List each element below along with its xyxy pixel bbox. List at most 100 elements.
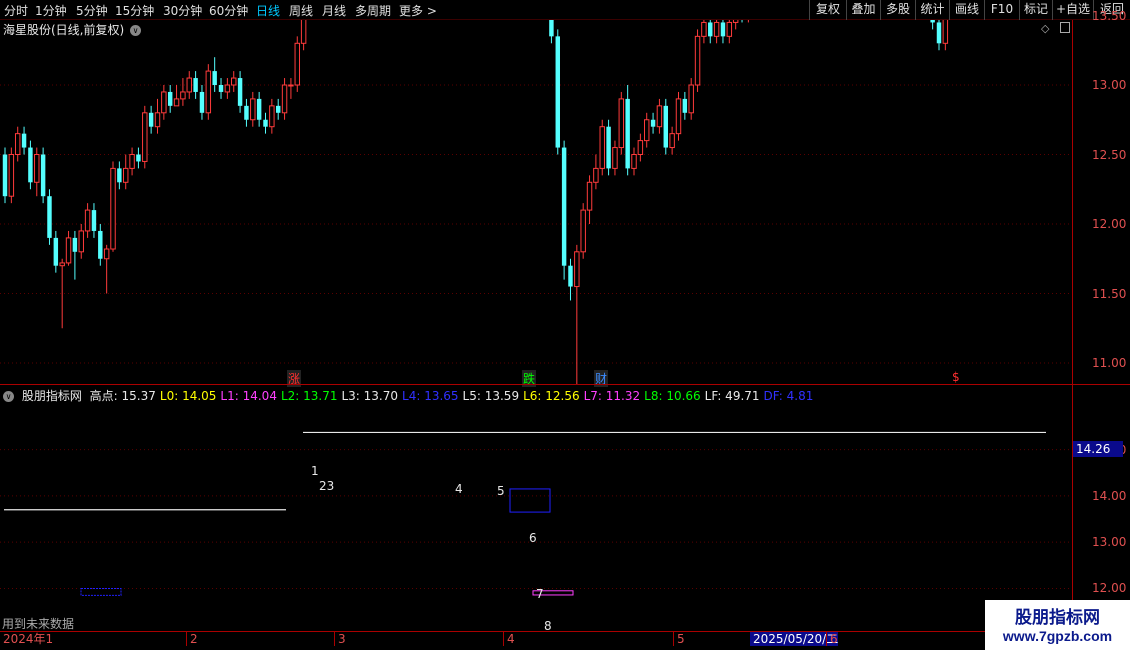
- candle-body: [631, 154, 637, 169]
- period-15min[interactable]: 15分钟: [115, 2, 154, 19]
- candle-body: [688, 84, 694, 114]
- candle-body: [142, 112, 148, 162]
- price-axis-tick: 13.00: [1092, 78, 1127, 92]
- candle-body: [682, 98, 688, 113]
- candle-body: [555, 36, 560, 148]
- period-multi[interactable]: 多周期: [355, 2, 391, 19]
- candle-body: [136, 154, 141, 162]
- candle-body: [122, 167, 129, 183]
- wave-label: 5: [497, 484, 505, 498]
- candle-body: [237, 78, 243, 106]
- l4-zone-box: [509, 488, 551, 513]
- candle-body: [936, 22, 942, 44]
- price-axis-tick: 13.50: [1092, 8, 1127, 23]
- indicator-axis-tick: 12.00: [1092, 581, 1127, 596]
- candle-body: [40, 154, 46, 197]
- candle-body: [726, 21, 733, 37]
- period-intraday[interactable]: 分时: [4, 2, 28, 19]
- more-menu[interactable]: 更多 >: [399, 2, 437, 19]
- candle-body: [650, 119, 656, 127]
- period-60min[interactable]: 60分钟: [209, 2, 248, 19]
- candle-body: [193, 78, 198, 92]
- candle-body: [224, 84, 231, 93]
- indicator-chart: 123 4 5 6 7 8: [0, 431, 1072, 631]
- future-data-note: 用到未来数据: [2, 617, 75, 631]
- f10-button[interactable]: F10: [984, 0, 1019, 20]
- period-5min[interactable]: 5分钟: [76, 2, 108, 19]
- time-tick: 2024年1: [3, 632, 54, 646]
- zone-box: [80, 587, 122, 596]
- candle-body: [231, 77, 237, 86]
- candle-body: [263, 119, 268, 127]
- candle-body: [669, 133, 675, 149]
- price-axis-tick: 11.50: [1092, 286, 1127, 301]
- candle-body: [625, 98, 630, 169]
- candle-body: [586, 181, 593, 211]
- candle-body: [21, 133, 27, 148]
- price-chart: 15.3710.66: [0, 20, 1072, 384]
- period-weekly[interactable]: 周线: [289, 2, 313, 19]
- candle-body: [84, 209, 91, 232]
- candle-body: [720, 22, 726, 37]
- candle-body: [173, 98, 180, 107]
- indicator-axis-tick: 14.00: [1092, 488, 1127, 503]
- wave-label: 8: [544, 619, 552, 631]
- time-tick: 3: [334, 632, 346, 646]
- candle-body: [154, 112, 161, 128]
- candle-body: [281, 84, 288, 114]
- multi-stock-button[interactable]: 多股: [880, 0, 915, 20]
- candle-body: [300, 20, 307, 44]
- candle-body: [91, 210, 97, 231]
- candle-body: [275, 105, 281, 113]
- candle-body: [78, 230, 84, 253]
- candle-body: [28, 147, 33, 183]
- more-label: 更多: [399, 4, 424, 18]
- candle-body: [732, 20, 739, 23]
- candle-body: [59, 262, 65, 267]
- candle-body: [199, 91, 205, 113]
- candle-body: [663, 105, 669, 148]
- candle-body: [294, 42, 300, 86]
- candle-body: [2, 154, 8, 197]
- candle-body: [148, 112, 154, 127]
- time-tick: 2: [186, 632, 198, 646]
- watermark: 股朋指标网 www.7gpzb.com: [985, 600, 1130, 650]
- period-daily[interactable]: 日线: [256, 2, 280, 19]
- candle-body: [708, 22, 713, 37]
- candle-body: [580, 209, 586, 253]
- candle-body: [218, 85, 224, 92]
- candle-body: [34, 154, 40, 183]
- candle-body: [574, 251, 580, 288]
- candle-body: [65, 237, 72, 264]
- candle-body: [117, 168, 122, 183]
- candle-body: [288, 84, 294, 87]
- candle-body: [269, 105, 275, 128]
- top-toolbar: 分时 1分钟 5分钟 15分钟 30分钟 60分钟 日线 周线 月线 多周期 更…: [0, 0, 1130, 20]
- candle-body: [205, 70, 212, 114]
- price-axis-tick: 12.50: [1092, 147, 1127, 162]
- watermark-url: www.7gpzb.com: [1002, 628, 1113, 644]
- period-1min[interactable]: 1分钟: [35, 2, 67, 19]
- candle-body: [606, 126, 611, 169]
- candle-body: [549, 20, 554, 37]
- candle-body: [129, 154, 135, 169]
- time-tick: 4: [503, 632, 515, 646]
- add-watchlist-button[interactable]: +自选: [1052, 0, 1093, 20]
- candle-body: [47, 196, 52, 238]
- period-monthly[interactable]: 月线: [322, 2, 346, 19]
- candle-body: [612, 147, 618, 169]
- dividend-marker[interactable]: $: [952, 370, 960, 384]
- mark-button[interactable]: 标记: [1019, 0, 1052, 20]
- restore-rights-button[interactable]: 复权: [809, 0, 846, 20]
- wave-label: 7: [536, 587, 544, 601]
- indicator-axis-tick: 13.00: [1092, 535, 1127, 550]
- candle-body: [53, 237, 59, 266]
- period-30min[interactable]: 30分钟: [163, 2, 202, 19]
- overlay-button[interactable]: 叠加: [846, 0, 880, 20]
- candle-body: [161, 91, 167, 114]
- draw-line-button[interactable]: 画线: [949, 0, 984, 20]
- candle-body: [244, 105, 249, 120]
- statistics-button[interactable]: 统计: [915, 0, 949, 20]
- wave-label: 4: [455, 482, 463, 496]
- candle-body: [593, 167, 599, 183]
